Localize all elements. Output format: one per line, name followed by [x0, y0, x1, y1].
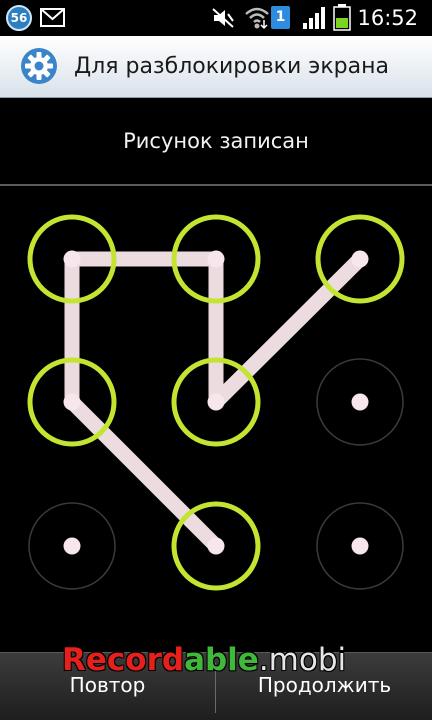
pattern-node[interactable]	[315, 357, 405, 447]
lock-pattern-screen: 56 1 16:52 Для разблокировки экрана Рису…	[0, 0, 432, 720]
watermark-part-record: Record	[62, 642, 185, 678]
watermark-part-able: able	[184, 642, 259, 678]
watermark-part-mobi: .mobi	[258, 642, 347, 678]
pattern-node[interactable]	[27, 357, 117, 447]
watermark: Recordable.mobi	[62, 640, 402, 680]
pattern-node[interactable]	[315, 501, 405, 591]
pattern-node[interactable]	[171, 357, 261, 447]
pattern-node[interactable]	[315, 214, 405, 304]
pattern-node[interactable]	[27, 214, 117, 304]
pattern-node[interactable]	[171, 214, 261, 304]
pattern-node[interactable]	[27, 501, 117, 591]
pattern-node[interactable]	[171, 501, 261, 591]
